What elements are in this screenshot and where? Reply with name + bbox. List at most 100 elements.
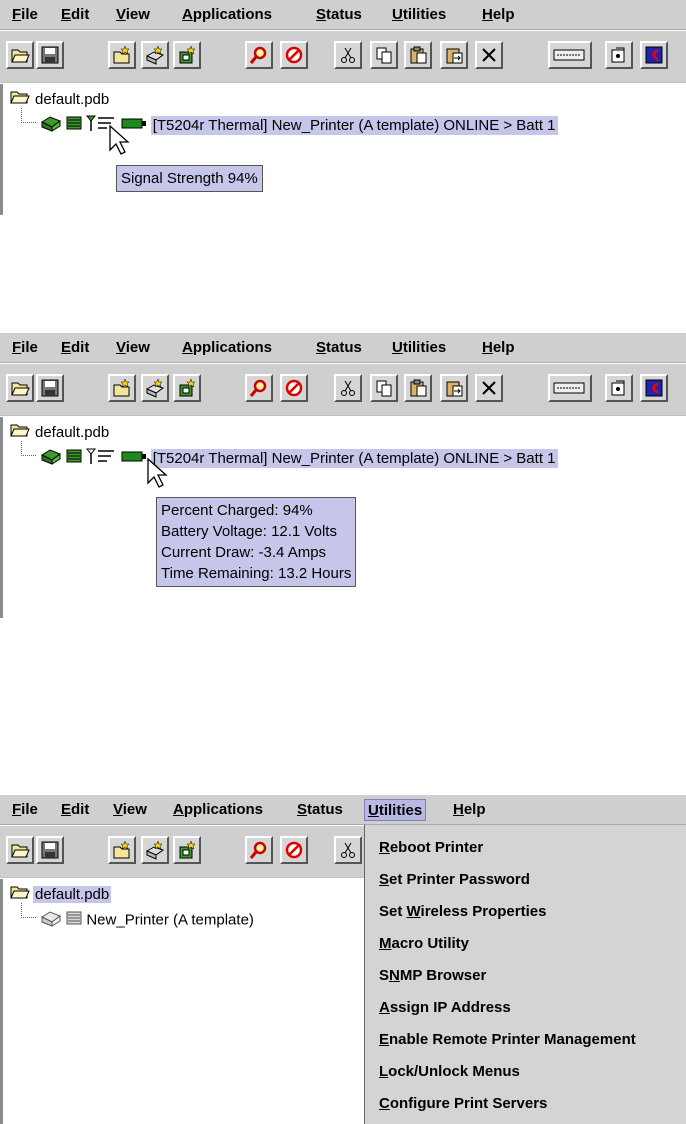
battery-icon[interactable] <box>121 449 147 467</box>
tree-border <box>0 417 3 618</box>
open-folder-button[interactable] <box>6 374 34 402</box>
stop-button[interactable] <box>280 836 308 864</box>
printer-icon <box>40 114 62 136</box>
search-button[interactable] <box>245 374 273 402</box>
tree-view: default.pdb [T5204r Thermal] New_Printer… <box>0 417 686 618</box>
new-device-button[interactable] <box>173 41 201 69</box>
new-folder-button[interactable] <box>108 836 136 864</box>
printer-settings-button[interactable] <box>605 41 633 69</box>
battery-percent-charged: Percent Charged: 94% <box>161 502 313 519</box>
tree-connector <box>21 903 36 918</box>
mouse-cursor-icon <box>109 124 130 155</box>
printer-status-label[interactable]: [T5204r Thermal] New_Printer (A template… <box>150 115 558 135</box>
battery-status-tooltip: Percent Charged: 94% Battery Voltage: 12… <box>156 497 357 587</box>
menu-item-set-wireless-properties[interactable]: Set Wireless Properties <box>379 903 546 920</box>
menu-file[interactable]: File <box>9 801 41 818</box>
menu-applications[interactable]: Applications <box>179 339 275 356</box>
stop-button[interactable] <box>280 374 308 402</box>
copy-button[interactable] <box>370 374 398 402</box>
new-printer-button[interactable] <box>141 41 169 69</box>
new-device-button[interactable] <box>173 836 201 864</box>
menu-view[interactable]: View <box>113 6 153 23</box>
open-folder-button[interactable] <box>6 836 34 864</box>
menu-utilities[interactable]: Utilities <box>364 799 427 821</box>
menu-help[interactable]: Help <box>479 339 518 356</box>
cut-button[interactable] <box>334 836 362 864</box>
paste-special-button[interactable] <box>440 41 468 69</box>
menu-edit[interactable]: Edit <box>58 6 92 23</box>
keyboard-button[interactable] <box>548 374 592 402</box>
paste-special-button[interactable] <box>440 374 468 402</box>
menu-item-configure-print-servers[interactable]: Configure Print Servers <box>379 1095 547 1112</box>
menu-view[interactable]: View <box>113 339 153 356</box>
new-printer-button[interactable] <box>141 836 169 864</box>
tree-view: default.pdb [T5204r Thermal] New_Printer… <box>0 84 686 215</box>
menu-file[interactable]: File <box>9 6 41 23</box>
copy-button[interactable] <box>370 41 398 69</box>
menu-edit[interactable]: Edit <box>58 801 92 818</box>
tree-root-node[interactable]: default.pdb <box>10 422 111 442</box>
menu-status[interactable]: Status <box>313 339 365 356</box>
list-icon[interactable] <box>66 910 82 930</box>
new-device-button[interactable] <box>173 374 201 402</box>
menu-file[interactable]: File <box>9 339 41 356</box>
tree-printer-node[interactable]: New_Printer (A template) <box>40 909 254 931</box>
printer-label[interactable]: New_Printer (A template) <box>86 912 254 929</box>
signal-strength-icon[interactable] <box>86 447 116 469</box>
menu-view[interactable]: View <box>110 801 150 818</box>
new-folder-button[interactable] <box>108 41 136 69</box>
new-folder-button[interactable] <box>108 374 136 402</box>
printer-status-label[interactable]: [T5204r Thermal] New_Printer (A template… <box>150 448 558 468</box>
save-button[interactable] <box>36 41 64 69</box>
font-button[interactable] <box>640 41 668 69</box>
cut-button[interactable] <box>334 41 362 69</box>
menu-bar: File Edit View Applications Status Utili… <box>0 0 686 30</box>
menu-help[interactable]: Help <box>450 801 489 818</box>
search-button[interactable] <box>245 836 273 864</box>
utilities-dropdown-menu: Reboot Printer Set Printer Password Set … <box>364 825 686 1124</box>
tree-root-label: default.pdb <box>33 885 112 903</box>
tree-root-node[interactable]: default.pdb <box>10 89 111 109</box>
delete-button[interactable] <box>475 41 503 69</box>
tree-root-node[interactable]: default.pdb <box>10 884 112 904</box>
list-icon[interactable] <box>66 115 82 135</box>
menu-status[interactable]: Status <box>294 801 346 818</box>
menu-item-lock-unlock-menus[interactable]: Lock/Unlock Menus <box>379 1063 520 1080</box>
menu-item-macro-utility[interactable]: Macro Utility <box>379 935 469 952</box>
tree-printer-node[interactable]: [T5204r Thermal] New_Printer (A template… <box>40 447 558 469</box>
menu-help[interactable]: Help <box>479 6 518 23</box>
menu-applications[interactable]: Applications <box>170 801 266 818</box>
battery-voltage: Battery Voltage: 12.1 Volts <box>161 523 337 540</box>
menu-item-enable-remote-printer-management[interactable]: Enable Remote Printer Management <box>379 1031 636 1048</box>
menu-item-set-printer-password[interactable]: Set Printer Password <box>379 871 530 888</box>
tree-border <box>0 84 3 215</box>
tree-root-label: default.pdb <box>35 423 110 441</box>
tree-connector <box>21 108 36 123</box>
menu-applications[interactable]: Applications <box>179 6 275 23</box>
printer-settings-button[interactable] <box>605 374 633 402</box>
save-button[interactable] <box>36 836 64 864</box>
menu-item-reboot-printer[interactable]: Reboot Printer <box>379 839 483 856</box>
delete-button[interactable] <box>475 374 503 402</box>
paste-button[interactable] <box>404 41 432 69</box>
menu-status[interactable]: Status <box>313 6 365 23</box>
keyboard-button[interactable] <box>548 41 592 69</box>
printer-icon <box>40 909 62 931</box>
cut-button[interactable] <box>334 374 362 402</box>
menu-utilities[interactable]: Utilities <box>389 6 449 23</box>
list-icon[interactable] <box>66 448 82 468</box>
new-printer-button[interactable] <box>141 374 169 402</box>
mouse-cursor-icon <box>147 457 168 488</box>
font-button[interactable] <box>640 374 668 402</box>
search-button[interactable] <box>245 41 273 69</box>
menu-edit[interactable]: Edit <box>58 339 92 356</box>
menu-item-assign-ip-address[interactable]: Assign IP Address <box>379 999 511 1016</box>
battery-time-remaining: Time Remaining: 13.2 Hours <box>161 565 352 582</box>
paste-button[interactable] <box>404 374 432 402</box>
save-button[interactable] <box>36 374 64 402</box>
stop-button[interactable] <box>280 41 308 69</box>
menu-bar: File Edit View Applications Status Utili… <box>0 795 686 825</box>
menu-utilities[interactable]: Utilities <box>389 339 449 356</box>
open-folder-button[interactable] <box>6 41 34 69</box>
menu-item-snmp-browser[interactable]: SNMP Browser <box>379 967 486 984</box>
